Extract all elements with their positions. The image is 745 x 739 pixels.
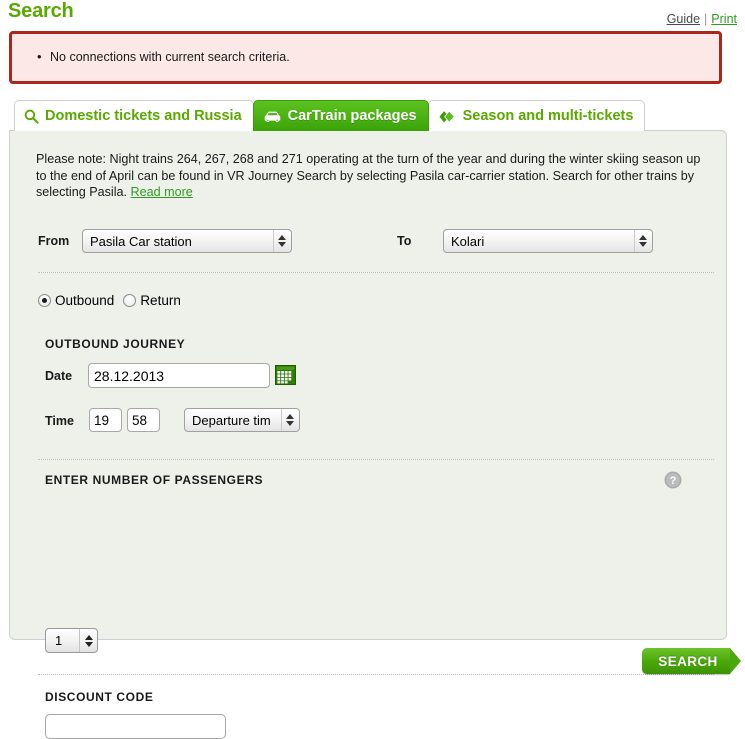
divider-passengers: [38, 674, 714, 675]
to-station-value: Kolari: [451, 233, 485, 249]
radio-outbound[interactable]: Outbound: [38, 293, 114, 308]
divider-outbound: [38, 459, 714, 460]
guide-link[interactable]: Guide: [667, 12, 700, 26]
error-message-box: No connections with current search crite…: [9, 31, 722, 84]
passenger-count-stepper[interactable]: 1: [45, 628, 98, 653]
outbound-journey-heading: OUTBOUND JOURNEY: [45, 337, 186, 351]
from-station-select[interactable]: Pasila Car station: [82, 229, 292, 253]
from-station-value: Pasila Car station: [90, 233, 192, 249]
hour-input[interactable]: [89, 408, 122, 432]
discount-code-heading: DISCOUNT CODE: [45, 690, 154, 704]
tab-season-multi-tickets-label: Season and multi-tickets: [462, 108, 634, 124]
svg-text:?: ?: [670, 475, 677, 487]
error-message-item: No connections with current search crite…: [37, 49, 719, 64]
to-label: To: [397, 234, 412, 248]
radio-return[interactable]: Return: [123, 293, 181, 308]
tab-domestic-tickets[interactable]: Domestic tickets and Russia: [14, 100, 254, 131]
tickets-icon: [438, 109, 457, 124]
read-more-link[interactable]: Read more: [131, 185, 193, 199]
error-message-list: No connections with current search crite…: [12, 34, 719, 64]
header-links: Guide | Print: [667, 12, 737, 26]
header-link-separator: |: [704, 12, 708, 26]
print-link[interactable]: Print: [711, 12, 737, 26]
radio-return-label: Return: [140, 293, 181, 308]
time-label: Time: [45, 414, 74, 428]
date-input[interactable]: [88, 363, 270, 388]
time-row: Time Departure tim: [10, 408, 726, 434]
route-row: From Pasila Car station To Kolari: [10, 229, 726, 257]
radio-outbound-dot: [38, 294, 51, 307]
tab-cartrain-packages-label: CarTrain packages: [287, 108, 417, 124]
date-row: Date: [10, 363, 726, 389]
calendar-icon[interactable]: [275, 365, 296, 385]
divider-route: [38, 272, 714, 273]
date-label: Date: [45, 369, 73, 383]
from-label: From: [38, 234, 70, 248]
search-form-panel: Please note: Night trains 264, 267, 268 …: [9, 130, 727, 739]
car-icon: [263, 110, 282, 123]
radio-outbound-label: Outbound: [55, 293, 115, 308]
tab-domestic-tickets-label: Domestic tickets and Russia: [45, 108, 242, 124]
tab-season-multi-tickets[interactable]: Season and multi-tickets: [427, 100, 646, 131]
radio-return-dot: [123, 294, 137, 307]
time-type-select[interactable]: Departure tim: [184, 408, 300, 432]
chevron-updown-icon: [634, 230, 651, 252]
time-type-value: Departure tim: [192, 412, 271, 428]
help-icon[interactable]: ?: [664, 471, 682, 489]
minute-input[interactable]: [127, 408, 160, 432]
tab-bar: Domestic tickets and Russia CarTrain pac…: [14, 99, 646, 131]
to-station-select[interactable]: Kolari: [443, 229, 653, 253]
page-header: Search Guide | Print: [0, 0, 745, 28]
magnifier-icon: [24, 109, 39, 124]
passengers-heading: ENTER NUMBER OF PASSENGERS: [45, 473, 264, 487]
direction-radio-group: Outbound Return: [38, 293, 190, 308]
discount-code-input[interactable]: [45, 714, 226, 739]
passenger-count-value: 1: [55, 633, 63, 648]
notice-text: Please note: Night trains 264, 267, 268 …: [36, 151, 714, 201]
search-button[interactable]: SEARCH: [642, 648, 741, 674]
chevron-updown-icon: [273, 230, 290, 252]
tab-cartrain-packages[interactable]: CarTrain packages: [252, 100, 429, 131]
stepper-arrows-icon[interactable]: [79, 629, 97, 652]
chevron-updown-icon: [281, 409, 298, 431]
page-title: Search: [8, 0, 74, 22]
